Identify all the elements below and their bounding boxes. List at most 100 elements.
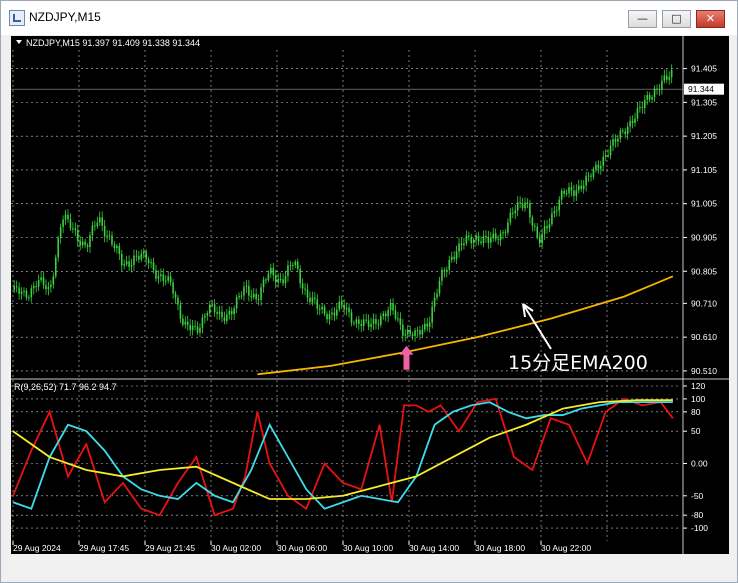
candle-body — [133, 255, 135, 265]
candle-body — [91, 225, 94, 236]
candle-body — [174, 293, 177, 298]
current-price-label: 91.344 — [688, 84, 714, 94]
candle-body — [228, 310, 231, 315]
minimize-button[interactable]: — — [628, 10, 657, 28]
candle-body — [338, 301, 341, 310]
candle-body — [37, 280, 40, 287]
candle-body — [411, 334, 414, 337]
candle-body — [519, 202, 521, 204]
candle-body — [277, 278, 279, 283]
candle-body — [621, 130, 624, 132]
candle-body — [50, 284, 52, 288]
maximize-button[interactable]: □ — [662, 10, 691, 28]
candle-body — [316, 299, 319, 309]
candle-body — [138, 255, 140, 260]
candle-body — [96, 222, 99, 227]
candle-body — [504, 232, 507, 234]
candle-body — [125, 261, 128, 265]
candle-body — [543, 226, 546, 234]
candle-body — [30, 288, 33, 298]
candle-body — [634, 118, 636, 124]
indicator-tick-label: -100 — [691, 523, 708, 533]
candle-body — [590, 175, 592, 177]
candle-body — [289, 265, 292, 267]
candle-body — [375, 319, 377, 324]
candle-body — [421, 329, 424, 335]
candle-body — [152, 262, 155, 271]
candle-body — [629, 120, 631, 127]
candle-body — [311, 297, 314, 303]
candle-body — [602, 156, 605, 166]
candle-body — [614, 139, 617, 142]
title-bar[interactable]: NZDJPY,M15 — □ ✕ — [1, 1, 737, 35]
candle-body — [355, 319, 358, 324]
candle-body — [72, 228, 74, 230]
candle-body — [52, 276, 55, 285]
candle-body — [296, 261, 299, 269]
candle-body — [69, 219, 72, 229]
candle-body — [64, 214, 67, 220]
candle-body — [648, 94, 651, 100]
candle-body — [555, 210, 558, 212]
candle-body — [84, 241, 86, 246]
candle-body — [260, 287, 262, 300]
candle-body — [265, 279, 267, 281]
candle-body — [538, 237, 541, 244]
price-tick-label: 90.710 — [691, 298, 717, 308]
candle-body — [123, 264, 126, 266]
candle-body — [362, 319, 365, 326]
candle-body — [182, 318, 184, 325]
candle-body — [279, 278, 282, 280]
candle-body — [619, 130, 622, 139]
candle-body — [54, 257, 57, 277]
window-title: NZDJPY,M15 — [29, 10, 101, 24]
candle-body — [328, 314, 331, 320]
candle-body — [416, 330, 419, 332]
candle-body — [323, 306, 326, 315]
candle-body — [458, 243, 460, 252]
candle-body — [184, 321, 187, 325]
candle-body — [394, 310, 397, 319]
candle-body — [521, 203, 524, 209]
candle-body — [516, 202, 519, 211]
candle-body — [348, 307, 350, 313]
candle-body — [402, 324, 404, 336]
candle-body — [641, 106, 644, 108]
candle-body — [270, 267, 272, 274]
candle-body — [196, 326, 199, 333]
candle-body — [282, 279, 284, 284]
candle-body — [551, 213, 553, 225]
candle-body — [306, 289, 309, 298]
candle-body — [245, 285, 248, 287]
candle-body — [384, 313, 387, 317]
candle-body — [582, 185, 585, 189]
candle-body — [252, 293, 255, 298]
candle-body — [345, 307, 348, 310]
candle-body — [387, 310, 389, 317]
candle-body — [221, 311, 223, 318]
candle-body — [81, 241, 84, 246]
candle-body — [482, 236, 485, 243]
price-chart[interactable]: NZDJPY,M15 91.397 91.409 91.338 91.344 9… — [11, 36, 729, 554]
candle-body — [607, 155, 609, 157]
candle-body — [257, 299, 260, 301]
candle-body — [553, 210, 556, 214]
candle-body — [45, 285, 47, 290]
candle-body — [101, 217, 104, 226]
candle-body — [287, 265, 289, 277]
candle-body — [250, 295, 253, 298]
candle-body — [128, 261, 130, 267]
candle-body — [194, 325, 196, 327]
time-tick-label: 30 Aug 22:00 — [541, 543, 591, 553]
candle-body — [526, 202, 529, 204]
close-button[interactable]: ✕ — [696, 10, 725, 28]
candle-body — [211, 304, 213, 306]
candle-body — [116, 245, 118, 248]
candle-body — [480, 241, 482, 243]
candle-body — [108, 235, 111, 237]
candle-body — [460, 243, 463, 246]
candle-body — [367, 320, 370, 328]
candle-body — [94, 225, 96, 227]
candle-body — [292, 265, 294, 267]
candle-body — [42, 277, 45, 286]
